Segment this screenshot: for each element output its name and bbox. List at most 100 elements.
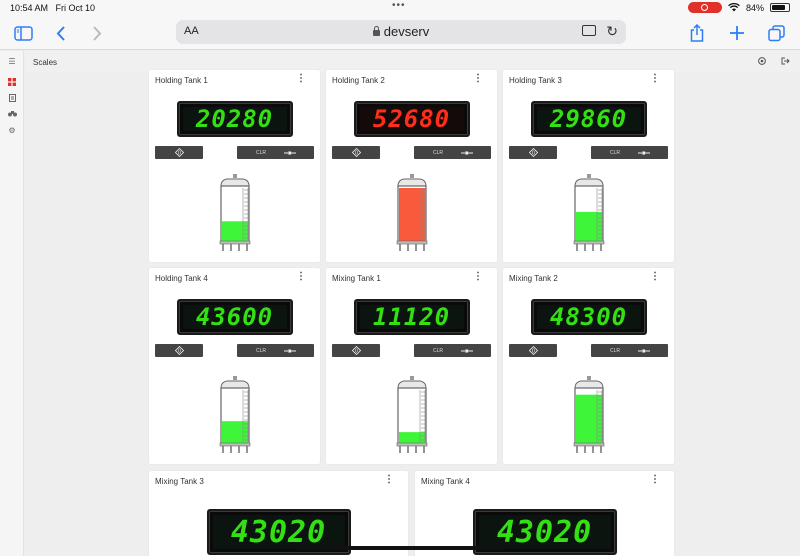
tare-icon	[638, 348, 650, 353]
weight-value: 52680	[359, 105, 464, 133]
address-bar[interactable]: AA devserv ↻	[176, 20, 626, 44]
zero-icon: 0	[528, 148, 538, 157]
reload-icon[interactable]: ↻	[606, 23, 618, 40]
weight-display: 48300	[530, 299, 647, 335]
page-title: Scales	[33, 58, 58, 67]
tank-level-graphic	[219, 174, 250, 251]
svg-text:0: 0	[531, 150, 534, 156]
scale-card: Mixing Tank 4 ⋮ 43020	[415, 471, 674, 556]
svg-text:0: 0	[354, 348, 357, 354]
card-menu-icon[interactable]: ⋮	[650, 272, 660, 282]
tare-button[interactable]	[266, 344, 314, 357]
share-icon[interactable]	[690, 22, 704, 44]
card-menu-icon[interactable]: ⋮	[473, 272, 483, 282]
card-title: Mixing Tank 1	[332, 274, 381, 283]
status-bar: 10:54 AM Fri Oct 10 ••• 84%	[0, 0, 800, 16]
tare-button[interactable]	[620, 344, 668, 357]
card-menu-icon[interactable]: ⋮	[473, 74, 483, 84]
extension-icon[interactable]	[582, 25, 596, 36]
status-time: 10:54 AM Fri Oct 10	[10, 3, 96, 13]
sidebar-toggle-icon[interactable]	[14, 22, 33, 44]
weight-display: 11120	[353, 299, 470, 335]
settings-gear-icon[interactable]: ⚙	[7, 126, 17, 136]
weight-value: 43020	[478, 515, 611, 550]
zero-button[interactable]: 0	[332, 344, 380, 357]
screen-record-icon[interactable]	[687, 2, 722, 13]
dashboard-icon[interactable]	[7, 78, 17, 88]
weight-display: 52680	[353, 101, 470, 137]
lock-icon	[372, 26, 380, 36]
menu-icon[interactable]: ☰	[7, 57, 17, 67]
weight-value: 20280	[182, 105, 287, 133]
battery-percent: 84%	[745, 2, 764, 13]
browser-toolbar: AA devserv ↻	[0, 16, 800, 50]
svg-text:0: 0	[177, 348, 180, 354]
binoculars-icon[interactable]	[7, 110, 17, 120]
card-title: Mixing Tank 4	[421, 477, 470, 486]
card-title: Holding Tank 1	[155, 76, 208, 85]
tare-icon	[284, 150, 296, 155]
tank-level-graphic	[396, 376, 427, 453]
tabs-overview-icon[interactable]	[768, 22, 785, 44]
tare-icon	[284, 348, 296, 353]
weight-value: 43020	[212, 515, 345, 550]
scale-card: Mixing Tank 1 ⋮ 11120 0 CLR	[326, 268, 497, 464]
weight-value: 29860	[536, 105, 641, 133]
weight-value: 11120	[359, 303, 464, 331]
tare-icon	[461, 150, 473, 155]
zero-icon: 0	[351, 346, 361, 355]
weight-display: 29860	[530, 101, 647, 137]
card-menu-icon[interactable]: ⋮	[296, 74, 306, 84]
forward-icon[interactable]	[92, 22, 102, 44]
card-menu-icon[interactable]: ⋮	[384, 475, 394, 485]
tare-button[interactable]	[443, 344, 491, 357]
tank-level-graphic	[573, 376, 604, 453]
multitask-dots[interactable]: •••	[392, 0, 406, 11]
svg-text:0: 0	[354, 150, 357, 156]
scale-card: Holding Tank 1 ⋮ 20280 0 CLR	[149, 70, 320, 262]
tank-level-graphic	[219, 376, 250, 453]
scale-card: Holding Tank 2 ⋮ 52680 0 CLR	[326, 70, 497, 262]
weight-display: 43600	[176, 299, 293, 335]
zero-button[interactable]: 0	[155, 344, 203, 357]
card-title: Mixing Tank 2	[509, 274, 558, 283]
battery-icon	[770, 3, 790, 12]
weight-display: 20280	[176, 101, 293, 137]
zero-icon: 0	[351, 148, 361, 157]
back-icon[interactable]	[56, 22, 66, 44]
wifi-icon	[728, 3, 740, 12]
zero-button[interactable]: 0	[509, 146, 557, 159]
tare-button[interactable]	[620, 146, 668, 159]
new-tab-icon[interactable]	[729, 22, 745, 44]
tare-icon	[461, 348, 473, 353]
card-title: Holding Tank 3	[509, 76, 562, 85]
weight-value: 48300	[536, 303, 641, 331]
svg-text:0: 0	[531, 348, 534, 354]
url-text: devserv	[176, 24, 626, 39]
scale-card: Holding Tank 4 ⋮ 43600 0 CLR	[149, 268, 320, 464]
scale-card: Mixing Tank 3 ⋮ 43020	[149, 471, 408, 556]
scale-card: Mixing Tank 2 ⋮ 48300 0 CLR	[503, 268, 674, 464]
account-icon[interactable]	[757, 57, 767, 67]
zero-button[interactable]: 0	[155, 146, 203, 159]
card-title: Holding Tank 4	[155, 274, 208, 283]
weight-value: 43600	[182, 303, 287, 331]
tare-icon	[638, 150, 650, 155]
card-menu-icon[interactable]: ⋮	[296, 272, 306, 282]
app-nav-rail: ☰ ⚙	[0, 51, 24, 556]
card-menu-icon[interactable]: ⋮	[650, 74, 660, 84]
zero-icon: 0	[528, 346, 538, 355]
logout-icon[interactable]	[780, 57, 790, 67]
home-indicator[interactable]	[294, 546, 506, 550]
svg-text:0: 0	[177, 150, 180, 156]
document-icon[interactable]	[7, 94, 17, 104]
zero-button[interactable]: 0	[509, 344, 557, 357]
card-title: Holding Tank 2	[332, 76, 385, 85]
zero-icon: 0	[174, 346, 184, 355]
scale-card: Holding Tank 3 ⋮ 29860 0 CLR	[503, 70, 674, 262]
tare-button[interactable]	[443, 146, 491, 159]
card-title: Mixing Tank 3	[155, 477, 204, 486]
card-menu-icon[interactable]: ⋮	[650, 475, 660, 485]
zero-button[interactable]: 0	[332, 146, 380, 159]
tare-button[interactable]	[266, 146, 314, 159]
